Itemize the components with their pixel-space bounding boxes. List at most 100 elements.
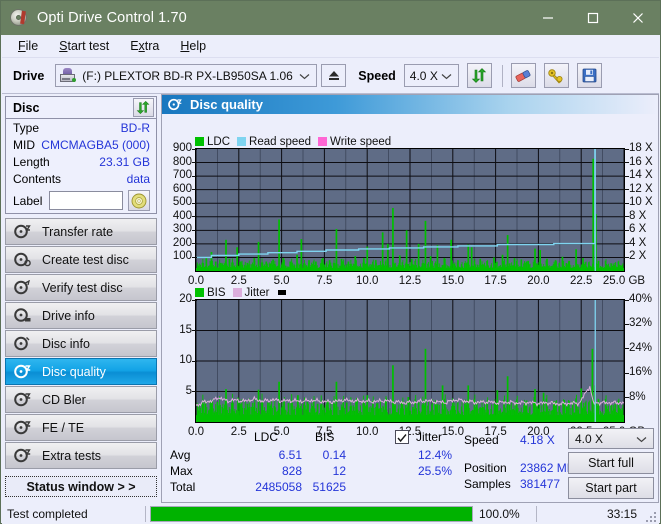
sidebar-item-fe-te[interactable]: FE / TE	[5, 414, 157, 441]
y2-axis-tick-mark	[624, 216, 629, 218]
save-icon	[582, 68, 597, 83]
y-axis-tick: 800	[172, 155, 192, 168]
drive-info-icon	[14, 307, 32, 324]
disc-label-input[interactable]	[49, 191, 124, 210]
menu-help[interactable]: Help	[171, 37, 215, 55]
legend-label-jitter: Jitter	[244, 286, 270, 299]
start-part-label: Start part	[585, 481, 637, 495]
sidebar-item-disc-quality[interactable]: Disc quality	[5, 358, 157, 385]
refresh-button[interactable]	[466, 63, 492, 88]
y2-axis-tick: 14 X	[629, 169, 653, 182]
y2-axis-tick-mark	[624, 256, 629, 258]
legend-label-bis: BIS	[207, 286, 226, 299]
disc-info-icon	[14, 336, 32, 352]
sidebar-item-verify-test-disc[interactable]: Verify test disc	[5, 274, 157, 301]
y-axis-tick-mark	[192, 162, 197, 164]
start-full-button[interactable]: Start full	[568, 452, 654, 474]
start-full-label: Start full	[588, 456, 634, 470]
extra-tests-icon	[14, 448, 32, 464]
y-axis-tick-mark	[192, 148, 197, 150]
disc-panel-title: Disc	[13, 100, 40, 115]
app-window: Opti Drive Control 1.70 File Start test …	[0, 0, 661, 524]
stats-row-name: Total	[170, 480, 196, 494]
stats-max-ldc: 828	[281, 464, 302, 478]
stats-total-bis: 51625	[312, 480, 346, 494]
y2-axis-tick-mark	[624, 348, 629, 350]
refresh-icon	[471, 68, 487, 83]
progress-fill	[151, 507, 472, 521]
disc-row-value: CMCMAGBA5 (000)	[41, 138, 150, 152]
disc-row-contents: Contents data	[6, 171, 156, 187]
y2-axis-tick: 4 X	[629, 236, 647, 249]
y-axis-tick: 100	[172, 250, 192, 263]
menu-start-test[interactable]: Start test	[50, 37, 118, 55]
stats-speed-value: 4.18 X	[520, 433, 555, 447]
stats-panel: LDC BIS Jitter Avg 6.51 0.14 12.4% Max 8…	[162, 428, 658, 502]
status-window-button[interactable]: Status window > >	[5, 476, 157, 497]
chart1-plot-area[interactable]	[195, 148, 625, 272]
jitter-checkbox[interactable]	[395, 430, 409, 444]
y2-axis-tick: 10 X	[629, 196, 653, 209]
stats-max-jitter: 25.5%	[417, 464, 452, 478]
drive-icon	[59, 68, 77, 83]
status-bar: Test completed 100.0% 33:15	[2, 504, 659, 524]
disc-refresh-button[interactable]	[133, 98, 154, 117]
save-button[interactable]	[576, 63, 602, 88]
test-speed-select[interactable]: 4.0 X	[568, 428, 654, 449]
y2-axis-tick: 8 X	[629, 209, 647, 222]
close-icon[interactable]	[615, 1, 660, 35]
sidebar-item-disc-info[interactable]: Disc info	[5, 330, 157, 357]
speed-select[interactable]: 4.0 X	[403, 64, 459, 87]
menu-extra[interactable]: Extra	[121, 37, 168, 55]
window-title: Opti Drive Control 1.70	[37, 10, 187, 26]
tools-button[interactable]	[543, 63, 569, 88]
sidebar-item-drive-info[interactable]: Drive info	[5, 302, 157, 329]
stats-avg-jitter: 12.4%	[417, 448, 452, 462]
progress-bar	[150, 506, 473, 522]
y-axis-tick: 300	[172, 223, 192, 236]
y-axis-tick-mark	[192, 216, 197, 218]
sidebar-item-create-test-disc[interactable]: Create test disc	[5, 246, 157, 273]
maximize-icon[interactable]	[570, 1, 615, 35]
menu-file[interactable]: File	[9, 37, 47, 55]
status-window-label: Status window > >	[26, 479, 136, 494]
sidebar: Disc Type BD-R MID CMCMAGBA5 (000) Lengt…	[2, 94, 160, 503]
drive-select[interactable]: (F:) PLEXTOR BD-R PX-LB950SA 1.06	[55, 64, 318, 87]
wrench-icon	[548, 68, 563, 83]
y2-axis-tick: 40%	[629, 293, 653, 305]
chart1-legend: LDC Read speed Write speed	[195, 135, 398, 148]
legend-swatch-bis	[195, 288, 204, 297]
y-axis-tick-mark	[192, 229, 197, 231]
sidebar-item-label: Extra tests	[42, 448, 102, 463]
title-bar: Opti Drive Control 1.70	[1, 1, 660, 35]
y-axis-tick: 5	[185, 384, 192, 397]
y2-axis-tick-mark	[624, 148, 629, 150]
disc-label-button[interactable]	[128, 190, 151, 211]
disc-quality-icon	[168, 98, 182, 111]
stats-samples-value: 381477	[520, 477, 561, 491]
drive-select-value: (F:) PLEXTOR BD-R PX-LB950SA 1.06	[82, 68, 293, 83]
resize-grip[interactable]	[644, 510, 656, 522]
main-panel: Disc quality LDC Read speed Write speed …	[161, 94, 659, 503]
eraser-icon	[515, 69, 531, 82]
minimize-icon[interactable]	[525, 1, 570, 35]
disc-create-icon	[14, 252, 32, 268]
start-part-button[interactable]: Start part	[568, 477, 654, 499]
y2-axis-tick-mark	[624, 175, 629, 177]
toolbar: Drive (F:) PLEXTOR BD-R PX-LB950SA 1.06 …	[2, 58, 659, 94]
erase-button[interactable]	[510, 63, 536, 88]
chevron-down-icon	[441, 67, 452, 85]
chevron-down-icon	[636, 430, 647, 448]
disc-row-key: Type	[13, 121, 40, 135]
eject-button[interactable]	[321, 64, 347, 87]
test-speed-value: 4.0 X	[575, 431, 604, 446]
y2-axis-tick-mark	[624, 229, 629, 231]
legend-swatch-marker	[278, 290, 287, 295]
sidebar-item-transfer-rate[interactable]: Transfer rate	[5, 218, 157, 245]
stats-avg-bis: 0.14	[322, 448, 346, 462]
y2-axis-tick: 8%	[629, 390, 646, 403]
sidebar-item-cd-bler[interactable]: CD Bler	[5, 386, 157, 413]
y-axis-tick-mark	[192, 299, 197, 301]
sidebar-item-extra-tests[interactable]: Extra tests	[5, 442, 157, 469]
chart2-plot-area[interactable]	[195, 299, 625, 423]
